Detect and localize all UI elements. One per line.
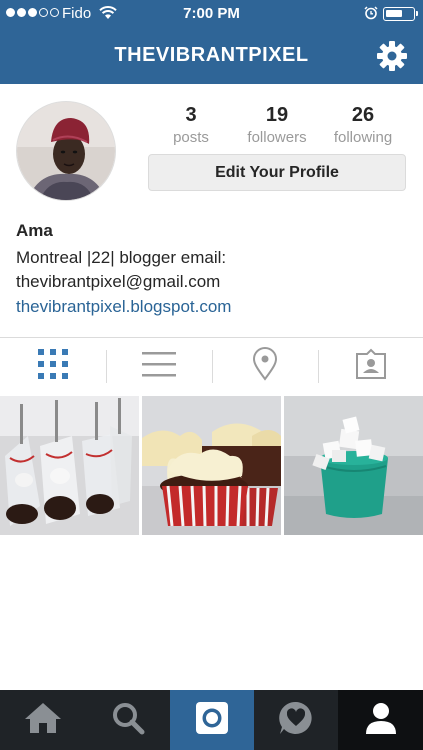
nav-search[interactable]: [85, 690, 170, 750]
cupcakes-photo: [142, 396, 281, 535]
tab-tagged[interactable]: [318, 338, 423, 395]
bio-line: Montreal |22| blogger email:: [16, 248, 227, 267]
edit-profile-button[interactable]: Edit Your Profile: [148, 154, 406, 191]
top-bar: Fido 7:00 PM THEVIBRANTPIXEL: [0, 0, 423, 84]
nav-camera[interactable]: [170, 690, 254, 750]
camera-icon: [194, 700, 230, 741]
tagged-photos-icon: [355, 348, 387, 385]
profile-avatar[interactable]: [16, 101, 116, 201]
profile-name: Ama: [16, 221, 53, 240]
photo-grid: [0, 396, 423, 535]
activity-heart-icon: [278, 700, 314, 741]
tab-grid-view[interactable]: [0, 338, 106, 395]
posts-count[interactable]: 3 posts: [146, 104, 236, 146]
stat-value: 19: [265, 104, 289, 126]
profile-username: THEVIBRANTPIXEL: [114, 44, 309, 66]
stat-label: following: [333, 129, 393, 146]
alarm-icon: [364, 6, 378, 24]
hot-chocolate-spoons-photo: [0, 396, 139, 535]
profile-website-link[interactable]: thevibrantpixel.blogspot.com: [16, 297, 231, 317]
stat-label: posts: [173, 129, 209, 146]
photo-thumbnail[interactable]: [142, 396, 281, 535]
list-icon: [142, 350, 176, 383]
status-bar: Fido 7:00 PM: [0, 0, 423, 28]
battery-icon: [383, 7, 418, 21]
status-time: 7:00 PM: [183, 5, 240, 22]
grid-icon: [37, 348, 69, 385]
photo-thumbnail[interactable]: [0, 396, 139, 535]
photo-thumbnail[interactable]: [284, 396, 423, 535]
stat-value: 26: [351, 104, 375, 126]
followers-count[interactable]: 19 followers: [232, 104, 322, 146]
tab-list-view[interactable]: [106, 338, 212, 395]
profile-view-tabs: [0, 338, 423, 395]
bottom-nav: [0, 690, 423, 750]
marshmallows-photo: [284, 396, 423, 535]
profile-icon: [364, 701, 398, 740]
gear-icon[interactable]: [374, 38, 410, 74]
search-icon: [111, 701, 145, 740]
home-icon: [24, 701, 62, 740]
bio-line: thevibrantpixel@gmail.com: [16, 272, 221, 291]
following-count[interactable]: 26 following: [318, 104, 408, 146]
location-pin-icon: [252, 347, 278, 386]
nav-activity[interactable]: [254, 690, 338, 750]
nav-home[interactable]: [0, 690, 85, 750]
tab-places[interactable]: [212, 338, 318, 395]
profile-bio: Montreal |22| blogger email: thevibrantp…: [16, 246, 411, 294]
stat-label: followers: [247, 129, 307, 146]
stat-value: 3: [185, 104, 197, 126]
nav-profile[interactable]: [338, 690, 423, 750]
